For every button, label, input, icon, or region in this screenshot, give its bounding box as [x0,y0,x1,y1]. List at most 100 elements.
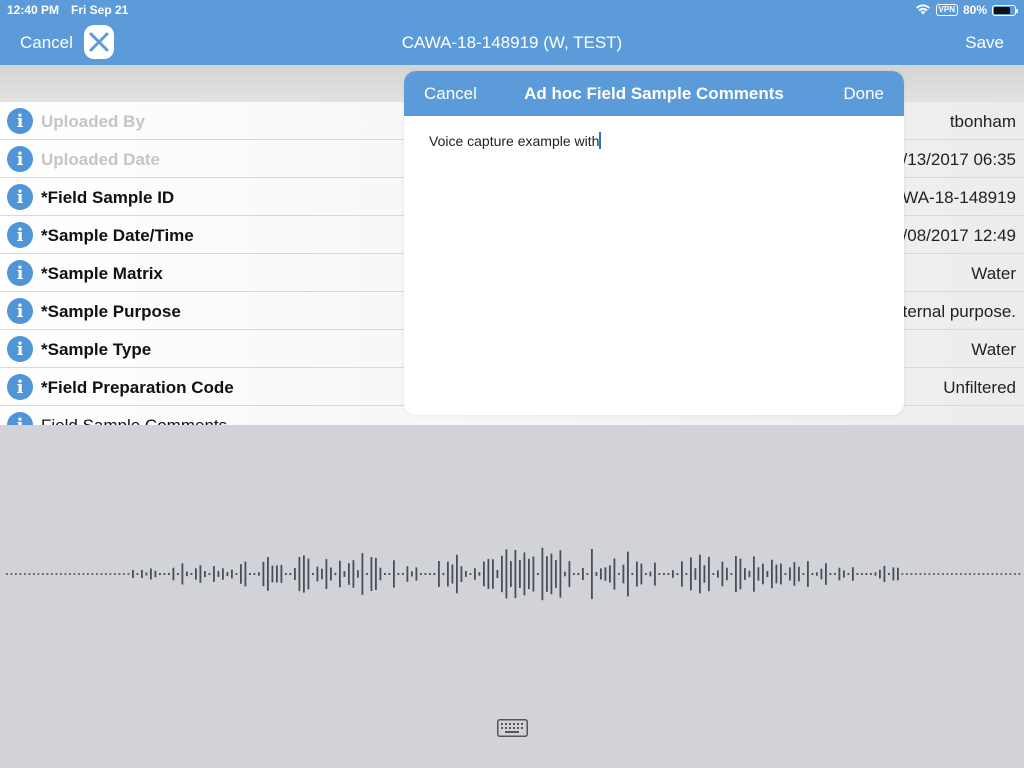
waveform-bar [501,555,503,593]
waveform-bar [721,561,724,587]
info-icon[interactable]: i [7,108,33,134]
row-value: tbonham [949,112,1016,131]
modal-header: Cancel Ad hoc Field Sample Comments Done [404,71,904,116]
waveform-bar [991,573,994,575]
info-icon[interactable]: i [7,222,33,248]
waveform-bar [762,563,764,585]
waveform-bar [321,568,323,580]
waveform-bar [739,558,742,590]
vpn-badge: VPN [935,4,958,16]
waveform-bar [357,570,359,578]
waveform-bar [235,573,238,575]
waveform-bar [249,573,251,575]
waveform-bar [271,565,274,583]
waveform-bar [114,573,116,575]
waveform-bar [694,568,697,580]
info-icon[interactable]: i [7,260,33,286]
waveform-bar [748,570,751,578]
waveform-bar [361,553,364,595]
comments-modal: Cancel Ad hoc Field Sample Comments Done… [404,71,904,415]
waveform-bar [343,571,346,577]
waveform-bar [528,558,530,590]
waveform-bar [834,573,836,575]
waveform-bar [658,573,661,575]
waveform-bar [519,560,521,588]
modal-title: Ad hoc Field Sample Comments [524,84,784,103]
waveform-bar [771,559,773,589]
waveform-bar [28,573,31,575]
waveform-bar [204,571,206,578]
waveform-bar [726,567,728,581]
waveform-bar [982,573,985,575]
waveform-bar [1009,573,1012,575]
waveform-bar [807,561,809,587]
modal-done-button[interactable]: Done [843,84,884,104]
info-icon[interactable]: i [7,412,33,425]
waveform-bar [483,561,485,587]
waveform-bar [838,567,841,581]
waveform-bar [19,573,22,575]
waveform-bar [42,573,44,575]
waveform-bar [397,573,400,575]
waveform-bar [757,567,760,581]
waveform-bar [618,573,620,575]
waveform-bar [118,573,121,575]
waveform-bar [852,567,854,581]
battery-icon [992,4,1018,16]
waveform-bar [262,561,265,587]
row-value: /08/2017 12:49 [902,226,1016,245]
waveform-bar [429,573,431,575]
waveform-bar [127,573,130,575]
waveform-bar [717,570,719,578]
battery-fill [994,6,1010,14]
waveform-bar [789,567,791,581]
waveform-bar [541,547,544,601]
waveform-bar [253,573,256,575]
info-icon[interactable]: i [7,336,33,362]
info-icon[interactable]: i [7,184,33,210]
waveform-bar [667,573,670,575]
waveform-bar [960,573,962,575]
save-button[interactable]: Save [965,33,1004,53]
waveform-bar [141,569,143,578]
waveform-bar [829,573,832,575]
waveform-bar [69,573,71,575]
waveform-bar [919,573,922,575]
waveform-bar [892,567,895,581]
navigation-bar: 12:40 PM Fri Sep 21 VPN 80% Cancel CAWA-… [0,0,1024,65]
waveform-bar [564,571,566,577]
waveform-bar [496,569,499,579]
waveform-bar [735,556,737,592]
waveform-bar [438,561,440,587]
waveform-bar [379,567,382,581]
keyboard-icon[interactable] [497,719,528,737]
waveform-bar [366,573,368,575]
waveform-bar [285,573,287,575]
waveform-bar [514,550,517,599]
waveform-bar [451,564,454,584]
row-value: Water [971,340,1016,359]
waveform-bar [708,556,710,592]
waveform-bar [699,554,701,594]
waveform-bar [154,570,157,578]
row-value: WA-18-148919 [902,188,1016,207]
waveform-bar [649,571,652,577]
waveform-bar [802,573,805,575]
waveform-bar [82,573,85,575]
waveform-bar [1014,573,1016,575]
row-label: *Sample Purpose [41,302,181,321]
comments-text-area[interactable]: Voice capture example with [429,132,602,149]
waveform-bar [681,561,683,587]
waveform-bar [316,566,319,582]
waveform-bar [640,563,643,585]
waveform-bar [465,571,467,577]
waveform-bar [744,568,746,580]
waveform-bar [294,568,296,580]
info-icon[interactable]: i [7,298,33,324]
waveform-bar [604,567,607,581]
waveform-bar [384,573,386,575]
waveform-bar [546,556,548,592]
row-label: Uploaded By [41,112,145,131]
info-icon[interactable]: i [7,146,33,172]
info-icon[interactable]: i [7,374,33,400]
